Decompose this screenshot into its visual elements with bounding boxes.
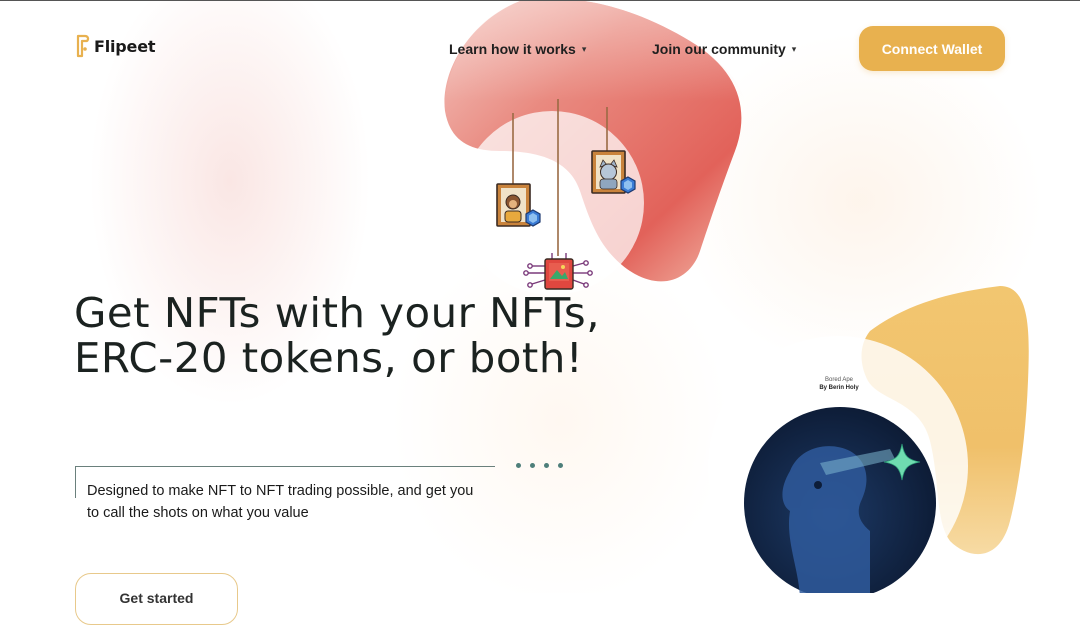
chevron-down-icon: ▾: [791, 43, 797, 54]
nft-card-author: By Berin Holy: [819, 385, 859, 391]
nav-learn-label: Learn how it works: [449, 41, 576, 57]
dot-indicator: [516, 463, 563, 468]
dot: [516, 463, 521, 468]
flipeet-logo-icon: [76, 34, 90, 58]
nav-join-community[interactable]: Join our community ▾: [652, 41, 796, 57]
chevron-down-icon: ▾: [581, 43, 587, 54]
nav-learn-how-it-works[interactable]: Learn how it works ▾: [449, 41, 586, 57]
brand-name: Flipeet: [94, 36, 156, 56]
dot: [544, 463, 549, 468]
hero-headline: Get NFTs with your NFTs, ERC-20 tokens, …: [74, 289, 601, 382]
brand-logo[interactable]: Flipeet: [75, 34, 156, 58]
hero-subtext: Designed to make NFT to NFT trading poss…: [87, 483, 474, 521]
nft-card-caption: Bored Ape By Berin Holy: [790, 376, 888, 392]
dot: [558, 463, 563, 468]
connect-wallet-button[interactable]: Connect Wallet: [859, 26, 1005, 71]
nft-card-title: Bored Ape: [824, 377, 854, 383]
divider-line: [75, 466, 495, 467]
divider-accent: [75, 466, 76, 498]
dot: [530, 463, 535, 468]
get-started-button[interactable]: Get started: [75, 573, 238, 625]
nav-community-label: Join our community: [652, 41, 786, 57]
